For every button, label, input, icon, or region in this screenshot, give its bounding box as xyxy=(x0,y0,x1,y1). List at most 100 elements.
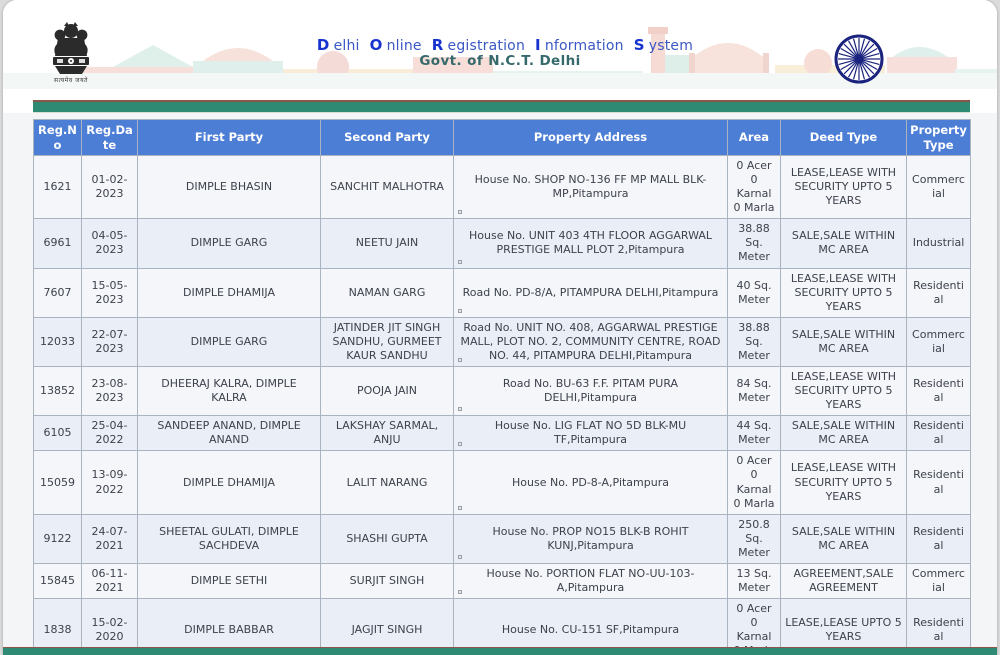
table-row: 1385223-08-2023DHEERAJ KALRA, DIMPLE KAL… xyxy=(34,367,971,416)
emblem-caption: सत्यमेव जयते xyxy=(45,76,97,84)
cell-second-party: NAMAN GARG xyxy=(321,268,454,317)
cell-first-party: DIMPLE BHASIN xyxy=(138,156,321,219)
cell-first-party: DIMPLE SETHI xyxy=(138,563,321,598)
column-header: Reg.Date xyxy=(82,120,138,156)
cell-area: 0 Acer 0 Karnal 0 Marla xyxy=(728,156,781,219)
cell-address: Road No. UNIT NO. 408, AGGARWAL PRESTIGE… xyxy=(454,317,728,366)
teal-divider-bar xyxy=(33,100,970,113)
table-body: 162101-02-2023DIMPLE BHASINSANCHIT MALHO… xyxy=(34,156,971,655)
cell-reg-no: 13852 xyxy=(34,367,82,416)
address-text: House No. UNIT 403 4TH FLOOR AGGARWAL PR… xyxy=(469,229,712,256)
cell-property-type: Residential xyxy=(907,514,971,563)
cell-first-party: SANDEEP ANAND, DIMPLE ANAND xyxy=(138,416,321,451)
title-word: elhi xyxy=(334,38,360,54)
address-marker-icon xyxy=(458,358,462,362)
cell-reg-no: 12033 xyxy=(34,317,82,366)
column-header: Deed Type xyxy=(781,120,907,156)
cell-property-type: Commercial xyxy=(907,317,971,366)
title-initial: I xyxy=(535,36,541,54)
cell-first-party: SHEETAL GULATI, DIMPLE SACHDEVA xyxy=(138,514,321,563)
cell-first-party: DIMPLE GARG xyxy=(138,317,321,366)
title-word: nline xyxy=(387,38,422,54)
cell-property-type: Residential xyxy=(907,268,971,317)
cell-second-party: SANCHIT MALHOTRA xyxy=(321,156,454,219)
cell-first-party: DIMPLE DHAMIJA xyxy=(138,268,321,317)
cell-reg-no: 9122 xyxy=(34,514,82,563)
cell-reg-date: 25-04-2022 xyxy=(82,416,138,451)
cell-property-type: Residential xyxy=(907,416,971,451)
column-header: Area xyxy=(728,120,781,156)
page: सत्यमेव जयते DelhiOnlineRegistrationInfo… xyxy=(3,0,997,655)
address-text: House No. PD-8-A,Pitampura xyxy=(512,476,669,489)
cell-second-party: JATINDER JIT SINGH SANDHU, GURMEET KAUR … xyxy=(321,317,454,366)
table-row: 760715-05-2023DIMPLE DHAMIJANAMAN GARGRo… xyxy=(34,268,971,317)
cell-area: 13 Sq. Meter xyxy=(728,563,781,598)
cell-second-party: LALIT NARANG xyxy=(321,451,454,514)
ashoka-chakra-icon xyxy=(833,33,885,85)
cell-second-party: SHASHI GUPTA xyxy=(321,514,454,563)
address-marker-icon xyxy=(458,260,462,264)
cell-deed-type: AGREEMENT,SALE AGREEMENT xyxy=(781,563,907,598)
address-marker-icon xyxy=(458,442,462,446)
cell-second-party: SURJIT SINGH xyxy=(321,563,454,598)
table-row: 610525-04-2022SANDEEP ANAND, DIMPLE ANAN… xyxy=(34,416,971,451)
cell-second-party: NEETU JAIN xyxy=(321,219,454,268)
cell-deed-type: SALE,SALE WITHIN MC AREA xyxy=(781,416,907,451)
address-text: House No. SHOP NO-136 FF MP MALL BLK-MP,… xyxy=(475,173,707,200)
cell-address: House No. UNIT 403 4TH FLOOR AGGARWAL PR… xyxy=(454,219,728,268)
cell-reg-no: 15059 xyxy=(34,451,82,514)
address-text: Road No. BU-63 F.F. PITAM PURA DELHI,Pit… xyxy=(503,377,678,404)
cell-area: 250.8 Sq. Meter xyxy=(728,514,781,563)
cell-reg-no: 6961 xyxy=(34,219,82,268)
title-word: ystem xyxy=(649,38,693,54)
title-initial: O xyxy=(370,36,383,54)
cell-reg-no: 1621 xyxy=(34,156,82,219)
address-text: House No. PROP NO15 BLK-B ROHIT KUNJ,Pit… xyxy=(492,525,688,552)
cell-second-party: POOJA JAIN xyxy=(321,367,454,416)
address-text: House No. LIG FLAT NO 5D BLK-MU TF,Pitam… xyxy=(495,419,686,446)
cell-address: House No. PROP NO15 BLK-B ROHIT KUNJ,Pit… xyxy=(454,514,728,563)
table-header-row: Reg.NoReg.DateFirst PartySecond PartyPro… xyxy=(34,120,971,156)
title-word: egistration xyxy=(448,38,526,54)
address-text: House No. CU-151 SF,Pitampura xyxy=(502,623,679,636)
table-row: 1203322-07-2023DIMPLE GARGJATINDER JIT S… xyxy=(34,317,971,366)
cell-reg-date: 23-08-2023 xyxy=(82,367,138,416)
address-text: Road No. UNIT NO. 408, AGGARWAL PRESTIGE… xyxy=(461,321,721,362)
title-initial: S xyxy=(634,36,645,54)
cell-first-party: DIMPLE GARG xyxy=(138,219,321,268)
cell-reg-date: 04-05-2023 xyxy=(82,219,138,268)
cell-area: 84 Sq. Meter xyxy=(728,367,781,416)
table-row: 696104-05-2023DIMPLE GARGNEETU JAIN House… xyxy=(34,219,971,268)
registration-table: Reg.NoReg.DateFirst PartySecond PartyPro… xyxy=(33,119,971,655)
address-marker-icon xyxy=(458,210,462,214)
address-marker-icon xyxy=(458,590,462,594)
cell-address: House No. SHOP NO-136 FF MP MALL BLK-MP,… xyxy=(454,156,728,219)
address-marker-icon xyxy=(458,506,462,510)
cell-area: 0 Acer 0 Karnal 0 Marla xyxy=(728,451,781,514)
table-row: 1584506-11-2021DIMPLE SETHISURJIT SINGHH… xyxy=(34,563,971,598)
cell-address: Road No. BU-63 F.F. PITAM PURA DELHI,Pit… xyxy=(454,367,728,416)
cell-area: 40 Sq. Meter xyxy=(728,268,781,317)
title-word: nformation xyxy=(545,38,624,54)
cell-address: Road No. PD-8/A, PITAMPURA DELHI,Pitampu… xyxy=(454,268,728,317)
cell-reg-date: 24-07-2021 xyxy=(82,514,138,563)
cell-reg-date: 15-05-2023 xyxy=(82,268,138,317)
address-marker-icon xyxy=(458,407,462,411)
title-initial: R xyxy=(432,36,444,54)
column-header: Property Type xyxy=(907,120,971,156)
cell-first-party: DHEERAJ KALRA, DIMPLE KALRA xyxy=(138,367,321,416)
cell-reg-date: 06-11-2021 xyxy=(82,563,138,598)
content-area: Reg.NoReg.DateFirst PartySecond PartyPro… xyxy=(3,113,997,647)
cell-area: 44 Sq. Meter xyxy=(728,416,781,451)
cell-deed-type: LEASE,LEASE WITH SECURITY UPTO 5 YEARS xyxy=(781,367,907,416)
cell-deed-type: LEASE,LEASE WITH SECURITY UPTO 5 YEARS xyxy=(781,451,907,514)
cell-area: 38.88 Sq. Meter xyxy=(728,219,781,268)
cell-deed-type: LEASE,LEASE WITH SECURITY UPTO 5 YEARS xyxy=(781,156,907,219)
cell-property-type: Industrial xyxy=(907,219,971,268)
cell-property-type: Residential xyxy=(907,451,971,514)
address-marker-icon xyxy=(458,555,462,559)
cell-reg-date: 13-09-2022 xyxy=(82,451,138,514)
cell-address: House No. LIG FLAT NO 5D BLK-MU TF,Pitam… xyxy=(454,416,728,451)
address-marker-icon xyxy=(458,309,462,313)
column-header: Second Party xyxy=(321,120,454,156)
